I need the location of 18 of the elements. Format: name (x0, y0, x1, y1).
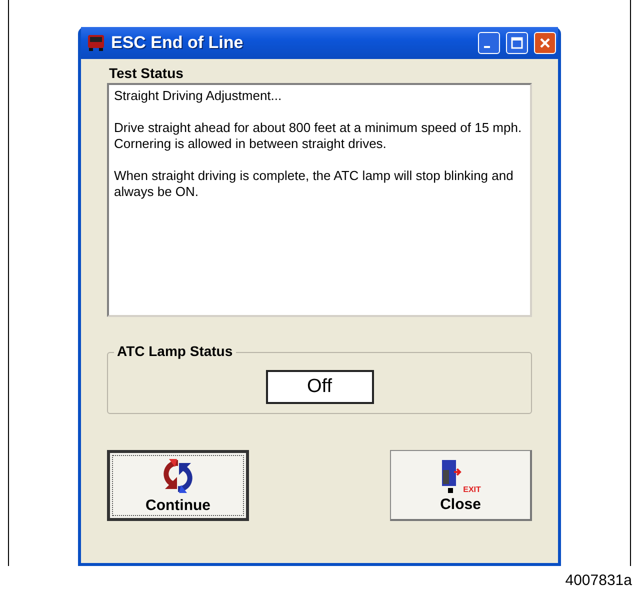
close-button[interactable] (534, 32, 556, 54)
figure-caption: 4007831a (564, 572, 633, 589)
maximize-icon (511, 37, 523, 49)
window-title: ESC End of Line (111, 33, 244, 53)
group-label: ATC Lamp Status (114, 343, 236, 359)
section-label: Test Status (109, 65, 184, 81)
lamp-status-display: Off (266, 370, 374, 404)
maximize-button[interactable] (506, 32, 528, 54)
truck-icon (87, 34, 105, 52)
minimize-button[interactable] (478, 32, 500, 54)
close-icon (539, 37, 551, 49)
minimize-icon (484, 46, 490, 48)
status-paragraph: Drive straight ahead for about 800 feet at a minimum speed of 15 mph. Cornering is allowed in between straight drives. (114, 120, 523, 152)
status-paragraph: Straight Driving Adjustment... (114, 88, 283, 104)
refresh-arrows-icon (161, 457, 195, 495)
status-paragraph: When straight driving is complete, the ATC lamp will stop blinking and always be ON. (114, 168, 514, 200)
continue-button[interactable]: Continue (107, 450, 249, 521)
close-button[interactable]: EXIT Close (390, 450, 532, 521)
